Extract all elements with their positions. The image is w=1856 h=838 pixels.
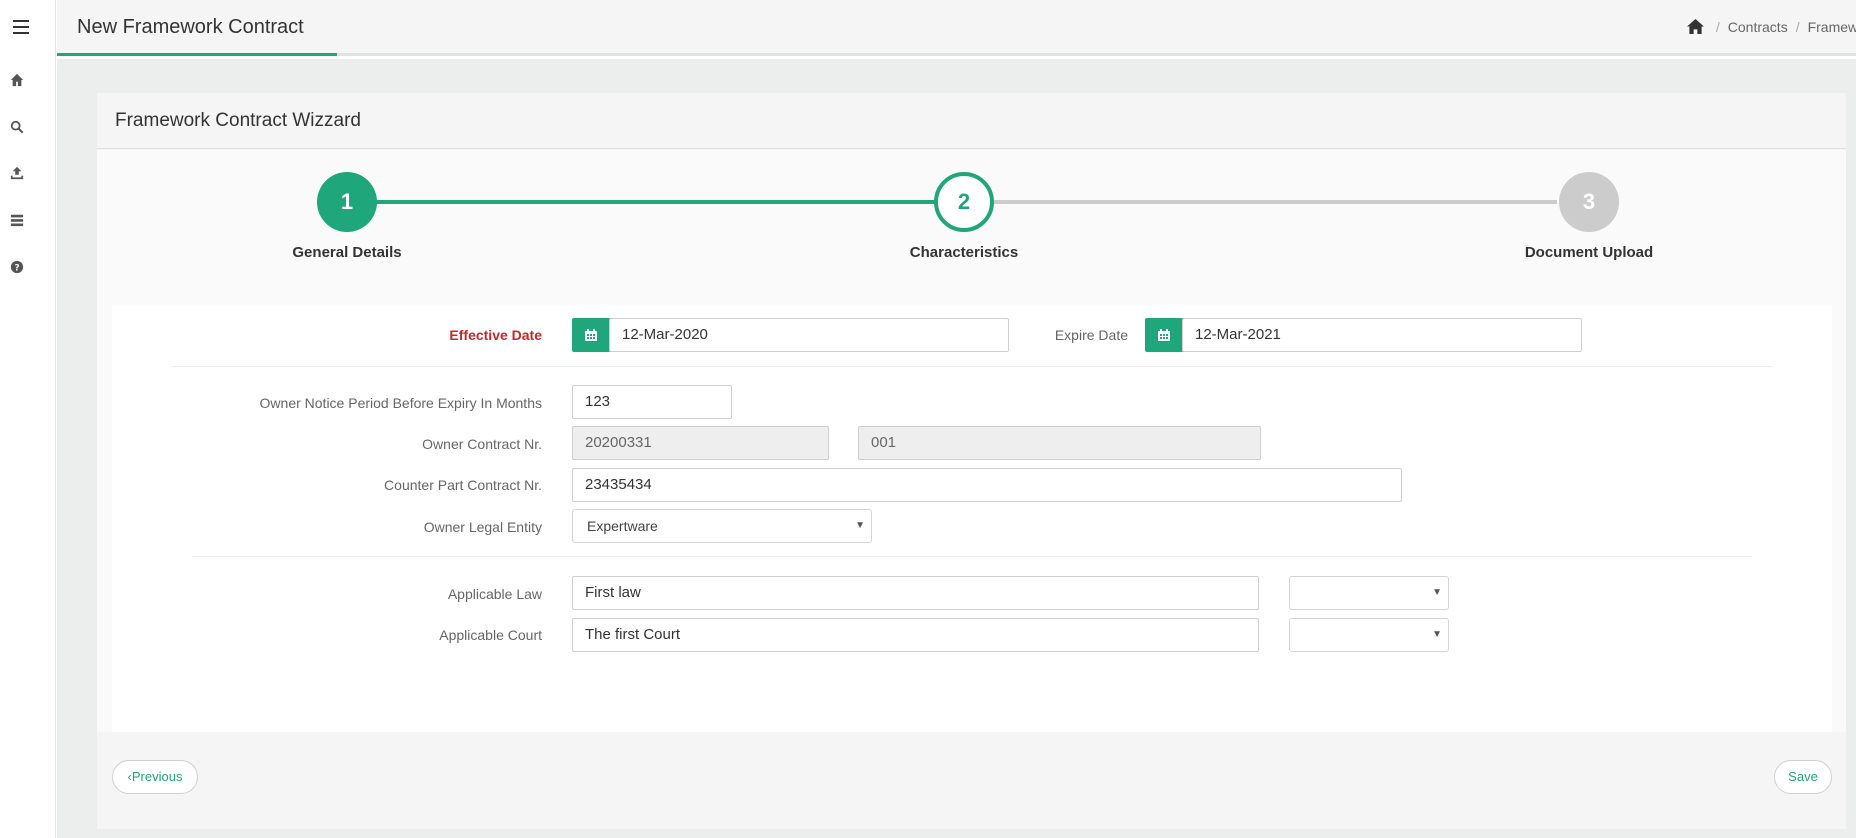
step-2-label: Characteristics — [909, 244, 1019, 261]
help-icon[interactable]: ? — [10, 260, 24, 274]
owner-contract-suffix-input: 001 — [858, 426, 1261, 460]
previous-button[interactable]: ‹Previous — [112, 760, 198, 794]
wizard-card-header: Framework Contract Wizzard — [97, 93, 1846, 149]
breadcrumb-item-contracts[interactable]: Contracts — [1728, 19, 1788, 35]
wizard-body: 1 2 3 General Details Characteristics Do… — [97, 150, 1846, 732]
counter-part-contract-nr-label: Counter Part Contract Nr. — [384, 477, 542, 493]
expire-date-input[interactable]: 12-Mar-2021 — [1182, 318, 1582, 352]
applicable-court-input[interactable]: The first Court — [572, 618, 1259, 652]
search-icon[interactable] — [10, 120, 24, 134]
effective-date-label: Effective Date — [449, 327, 542, 343]
breadcrumb: / Contracts / Framework Con — [1687, 19, 1856, 35]
stepper-line-pending — [967, 200, 1557, 204]
step-1-circle[interactable]: 1 — [317, 172, 377, 232]
upload-icon[interactable] — [10, 166, 24, 180]
characteristics-form: Effective Date 12-Mar-2020 Expire Date 1… — [112, 305, 1832, 732]
expire-date-label: Expire Date — [1054, 327, 1128, 343]
active-tab-indicator — [57, 53, 337, 56]
applicable-law-input[interactable]: First law — [572, 576, 1259, 610]
save-button[interactable]: Save — [1774, 760, 1832, 794]
content-area: Framework Contract Wizzard 1 2 3 General… — [57, 59, 1856, 838]
wizard-card: Framework Contract Wizzard 1 2 3 General… — [97, 93, 1846, 829]
breadcrumb-item-framework-contract: Framework Con — [1807, 19, 1856, 35]
owner-legal-entity-label: Owner Legal Entity — [423, 519, 542, 535]
applicable-court-label: Applicable Court — [439, 627, 542, 643]
step-3-label: Document Upload — [1524, 244, 1654, 261]
calendar-icon — [1158, 329, 1170, 341]
page-title: New Framework Contract — [77, 16, 304, 38]
step-2-circle[interactable]: 2 — [934, 172, 994, 232]
svg-text:?: ? — [14, 264, 19, 274]
breadcrumb-separator: / — [1715, 19, 1720, 35]
notice-period-input[interactable]: 123 — [572, 385, 732, 419]
chevron-down-icon: ▼ — [855, 520, 865, 531]
applicable-court-select[interactable]: ▼ — [1289, 618, 1449, 652]
chevron-down-icon: ▼ — [1432, 587, 1442, 598]
counter-part-contract-nr-input[interactable]: 23435434 — [572, 468, 1402, 502]
step-3-circle[interactable]: 3 — [1559, 172, 1619, 232]
breadcrumb-separator: / — [1795, 19, 1800, 35]
owner-legal-entity-select[interactable]: Expertware ▼ — [572, 509, 872, 543]
section-divider — [192, 556, 1752, 557]
list-icon[interactable] — [10, 213, 24, 227]
notice-period-label: Owner Notice Period Before Expiry In Mon… — [259, 395, 542, 411]
section-divider — [172, 366, 1772, 367]
owner-contract-nr-label: Owner Contract Nr. — [422, 436, 542, 452]
stepper-line-completed — [347, 200, 967, 204]
sidebar: ? — [0, 0, 56, 838]
applicable-law-label: Applicable Law — [447, 586, 542, 602]
owner-contract-nr-input: 20200331 — [572, 426, 829, 460]
calendar-icon — [585, 329, 597, 341]
step-1-label: General Details — [292, 244, 402, 261]
top-bar: New Framework Contract / Contracts / Framew… — [57, 0, 1856, 56]
applicable-law-select[interactable]: ▼ — [1289, 576, 1449, 610]
hamburger-menu-icon[interactable] — [13, 20, 29, 34]
effective-date-calendar-button[interactable] — [572, 318, 610, 352]
home-icon[interactable] — [10, 73, 24, 87]
breadcrumb-home-icon[interactable] — [1687, 19, 1708, 35]
effective-date-input[interactable]: 12-Mar-2020 — [609, 318, 1009, 352]
owner-legal-entity-value: Expertware — [587, 518, 658, 534]
chevron-down-icon: ▼ — [1432, 629, 1442, 640]
expire-date-calendar-button[interactable] — [1145, 318, 1183, 352]
wizard-title: Framework Contract Wizzard — [115, 110, 361, 131]
